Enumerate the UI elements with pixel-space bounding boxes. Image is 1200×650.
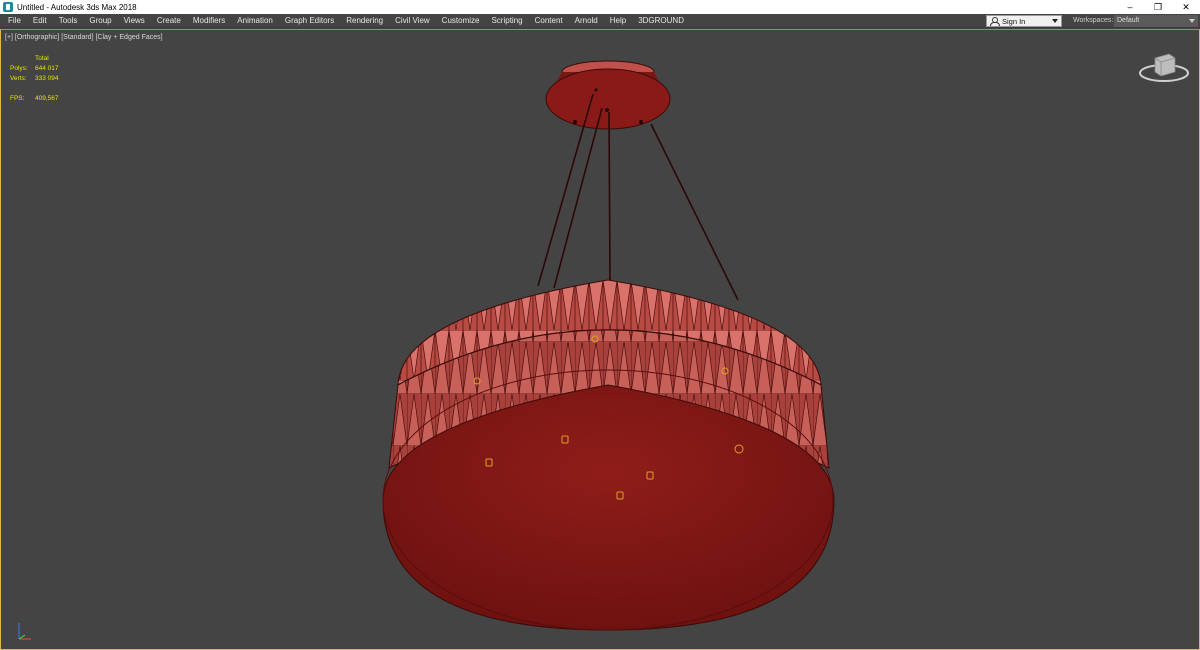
workspaces-label: Workspaces: xyxy=(1073,17,1114,24)
close-button[interactable]: ✕ xyxy=(1172,0,1200,14)
menu-bar: File Edit Tools Group Views Create Modifiers An… xyxy=(0,14,1200,28)
minimize-button[interactable]: – xyxy=(1116,0,1144,14)
menu-item-file[interactable]: File xyxy=(2,14,27,28)
window-title: Untitled - Autodesk 3ds Max 2018 xyxy=(17,2,137,12)
verts-value: 333 094 xyxy=(35,75,59,82)
polys-value: 644 017 xyxy=(35,65,59,72)
viewport-label[interactable]: [+] [Orthographic] [Standard] [Clay + Ed… xyxy=(5,34,163,41)
menu-item-group[interactable]: Group xyxy=(83,14,117,28)
menu-item-animation[interactable]: Animation xyxy=(231,14,279,28)
scene-model[interactable] xyxy=(1,30,1199,650)
menu-item-edit[interactable]: Edit xyxy=(27,14,53,28)
verts-label: Verts: xyxy=(10,75,27,82)
menu-item-arnold[interactable]: Arnold xyxy=(569,14,604,28)
sign-in-dropdown[interactable]: Sign In xyxy=(986,15,1062,27)
chevron-down-icon xyxy=(1052,19,1058,23)
stats-header: Total xyxy=(35,55,49,62)
menu-item-civil-view[interactable]: Civil View xyxy=(389,14,436,28)
fps-label: FPS: xyxy=(10,95,25,102)
menu-item-graph-editors[interactable]: Graph Editors xyxy=(279,14,340,28)
menu-item-customize[interactable]: Customize xyxy=(436,14,486,28)
menu-items: File Edit Tools Group Views Create Modifiers An… xyxy=(2,14,690,28)
menu-item-tools[interactable]: Tools xyxy=(53,14,84,28)
perspective-viewport[interactable]: [+] [Orthographic] [Standard] [Clay + Ed… xyxy=(0,29,1200,650)
restore-button[interactable]: ❐ xyxy=(1144,0,1172,14)
fps-value: 409,567 xyxy=(35,95,59,102)
polys-label: Polys: xyxy=(10,65,28,72)
workspace-select[interactable]: Default xyxy=(1114,15,1198,27)
chevron-down-icon xyxy=(1189,19,1195,23)
menu-item-scripting[interactable]: Scripting xyxy=(485,14,528,28)
sign-in-label: Sign In xyxy=(1002,16,1026,26)
menu-item-help[interactable]: Help xyxy=(604,14,632,28)
ceiling-canopy xyxy=(545,60,671,130)
menu-item-3dground[interactable]: 3DGROUND xyxy=(632,14,690,28)
window-controls: – ❐ ✕ xyxy=(1116,0,1200,14)
user-icon xyxy=(990,17,1000,26)
menu-item-create[interactable]: Create xyxy=(151,14,187,28)
workspace-value: Default xyxy=(1117,17,1140,24)
axis-tripod-icon xyxy=(18,623,31,640)
title-bar: Untitled - Autodesk 3ds Max 2018 – ❐ ✕ xyxy=(0,0,1200,14)
app-logo-icon[interactable] xyxy=(3,2,13,12)
viewcube-icon[interactable] xyxy=(1137,50,1191,86)
menu-item-rendering[interactable]: Rendering xyxy=(340,14,389,28)
menu-item-modifiers[interactable]: Modifiers xyxy=(187,14,231,28)
menu-item-content[interactable]: Content xyxy=(529,14,569,28)
statistics-overlay: Total Polys: 644 017 Verts: 333 094 FPS: 40… xyxy=(10,54,59,104)
menu-item-views[interactable]: Views xyxy=(118,14,151,28)
